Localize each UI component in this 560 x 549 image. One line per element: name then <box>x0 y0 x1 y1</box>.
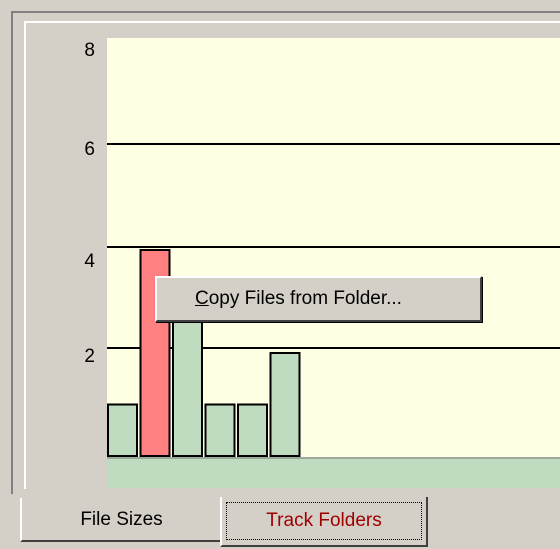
bar[interactable] <box>269 352 301 457</box>
bar[interactable] <box>172 300 203 457</box>
context-menu: Copy Files from Folder... <box>155 276 482 322</box>
tab-file-sizes[interactable]: File Sizes <box>20 498 223 542</box>
menu-item-label: opy Files from Folder... <box>208 288 402 309</box>
menu-item-mnemonic: C <box>195 288 209 309</box>
bar[interactable] <box>107 403 138 457</box>
menu-item-copy-files-from-folder[interactable]: Copy Files from Folder... <box>163 284 475 314</box>
bar[interactable] <box>237 403 268 457</box>
tab-track-folders[interactable]: Track Folders <box>220 497 428 547</box>
bar[interactable] <box>204 403 236 457</box>
bar-chart <box>107 249 301 457</box>
